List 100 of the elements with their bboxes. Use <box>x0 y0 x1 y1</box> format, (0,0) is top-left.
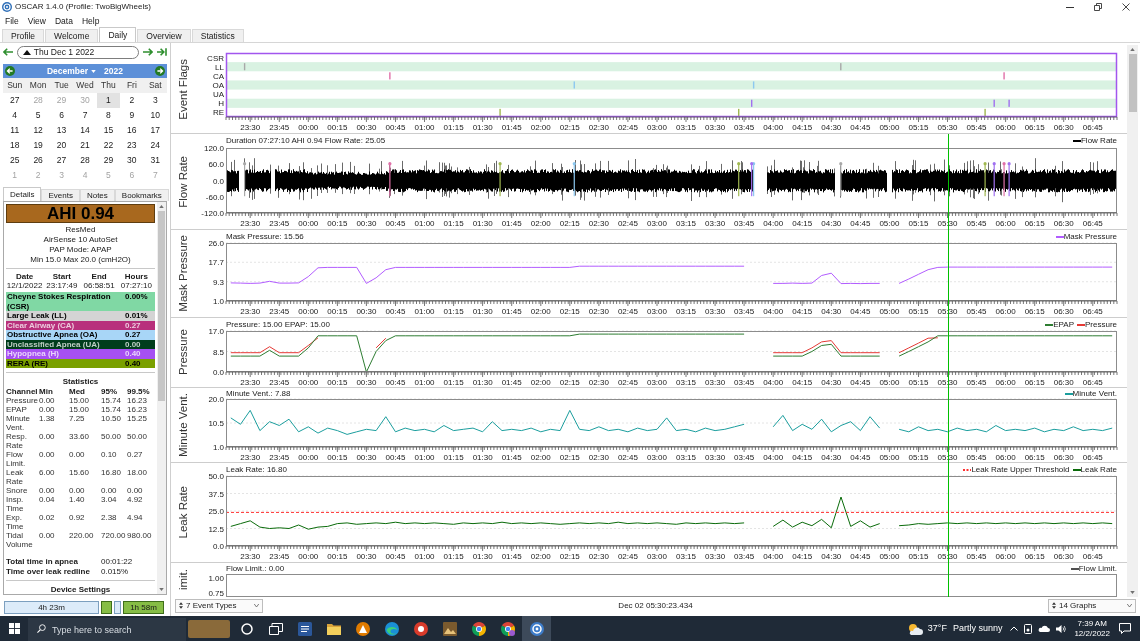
previous-month-button[interactable] <box>5 66 15 76</box>
axis-label: LL <box>215 62 224 72</box>
axis-label: 05:15 <box>908 123 929 132</box>
table-cell-text: 0.00 <box>101 486 118 495</box>
calendar-day[interactable]: 4 <box>3 108 27 123</box>
legend-label: EPAP <box>1053 320 1074 329</box>
search-field[interactable]: Type here to search <box>28 617 186 641</box>
axis-label: 60.0 <box>208 160 224 170</box>
taskbar-button[interactable] <box>522 616 551 641</box>
clock-date: 12/2/2022 <box>1074 628 1110 639</box>
axis-label: 04:15 <box>792 219 813 228</box>
calendar-day[interactable]: 23 <box>120 138 144 153</box>
graph-header: Mask Pressure: 15.56 <box>226 232 304 241</box>
calendar-day[interactable]: 5 <box>26 108 50 123</box>
calendar-day[interactable]: 20 <box>49 138 74 153</box>
menu-item[interactable]: File <box>2 16 22 26</box>
calendar-day[interactable]: 16 <box>120 123 144 138</box>
calendar-day[interactable]: 12 <box>26 123 50 138</box>
tab[interactable]: Bookmarks <box>114 189 169 201</box>
next-day-button[interactable] <box>142 46 154 58</box>
minimize-icon <box>1066 6 1074 8</box>
calendar-day[interactable]: 14 <box>73 123 97 138</box>
calendar-day[interactable]: 27 <box>49 153 74 168</box>
browser-icon <box>500 621 515 636</box>
tab[interactable]: Profile <box>2 29 45 42</box>
legend-label: Minute Vent. <box>1072 389 1117 398</box>
previous-day-button[interactable] <box>3 46 14 58</box>
tab[interactable]: Details <box>3 187 42 201</box>
axis-label: 02:15 <box>559 552 580 561</box>
caret-up-icon <box>159 205 164 208</box>
calendar-day[interactable]: 25 <box>3 153 27 168</box>
scrollbar[interactable] <box>1127 45 1138 597</box>
tab[interactable]: Events <box>41 189 80 201</box>
axis-label: 01:15 <box>443 123 464 132</box>
calendar-day[interactable]: 11 <box>3 123 27 138</box>
calendar-day[interactable]: 18 <box>3 138 27 153</box>
calendar-day[interactable]: 6 <box>49 108 74 123</box>
session-segment[interactable]: 1h 58m <box>123 601 164 614</box>
next-month-button[interactable] <box>155 66 165 76</box>
table-cell-text: 0.00 <box>39 396 56 405</box>
tab[interactable]: Welcome <box>45 29 99 42</box>
table-cell-text: 15.25 <box>127 414 149 425</box>
graphs-dropdown[interactable]: 14 Graphs <box>1048 598 1136 613</box>
axis-label: 01:45 <box>501 453 522 462</box>
calendar-day[interactable]: 26 <box>26 153 50 168</box>
calendar-day[interactable]: 30 <box>120 153 144 168</box>
tab[interactable]: Statistics <box>191 29 244 42</box>
calendar-day[interactable]: 3 <box>143 93 167 108</box>
axis-label: 00:00 <box>298 219 319 228</box>
calendar-day[interactable]: 19 <box>26 138 50 153</box>
calendar-day[interactable]: 13 <box>49 123 74 138</box>
date-picker[interactable]: Thu Dec 1 2022 <box>16 45 140 59</box>
tab[interactable]: Overview <box>137 29 191 42</box>
session-segment[interactable]: 4h 23m <box>4 601 99 614</box>
calendar-day[interactable]: 10 <box>143 108 167 123</box>
calendar-day[interactable]: 7 <box>73 108 97 123</box>
calendar-day[interactable]: 29 <box>96 153 121 168</box>
last-day-button[interactable] <box>156 46 167 58</box>
scrollbar-thumb[interactable] <box>158 211 165 401</box>
calendar-day[interactable]: 24 <box>143 138 167 153</box>
calendar-day[interactable]: 8 <box>96 108 121 123</box>
axis-label: 02:30 <box>588 453 609 462</box>
axis-label: 17.0 <box>208 327 224 336</box>
axis-label: 01:30 <box>472 307 493 316</box>
axis-label: 1.0 <box>212 443 224 452</box>
calendar-day[interactable]: 21 <box>73 138 97 153</box>
axis-label: 00:00 <box>298 307 319 316</box>
axis-label: 01:45 <box>501 307 522 316</box>
axis-label: 23:45 <box>269 378 290 387</box>
axis-label: 01:30 <box>472 123 493 132</box>
calendar-day[interactable]: 22 <box>96 138 121 153</box>
calendar-day[interactable]: 9 <box>120 108 144 123</box>
calendar-day[interactable]: 31 <box>143 153 167 168</box>
axis-label: 02:15 <box>559 453 580 462</box>
table-cell-text: 07:27:10 <box>119 281 153 290</box>
session-segment[interactable] <box>101 601 112 614</box>
menu-item[interactable]: Data <box>52 16 76 26</box>
up-down-arrows-icon <box>1052 602 1056 609</box>
calendar-day[interactable]: 2 <box>120 93 144 108</box>
event-flag-mark <box>1008 99 1010 107</box>
menu-item[interactable]: Help <box>78 16 103 26</box>
axis-label: 03:15 <box>676 123 697 132</box>
scrollbar[interactable] <box>157 202 166 594</box>
axis-label: 50.0 <box>208 472 224 481</box>
axis-label: 02:45 <box>617 552 638 561</box>
event-types-dropdown[interactable]: 7 Event Types <box>175 598 263 613</box>
event-value: 0.27 <box>125 320 142 330</box>
calendar-day[interactable]: 1 <box>96 93 121 108</box>
tab[interactable]: Daily <box>99 27 137 42</box>
calendar-day[interactable]: 17 <box>143 123 167 138</box>
calendar-day[interactable]: 28 <box>73 153 97 168</box>
table-cell-text: 720.00 <box>101 531 127 542</box>
axis-label: 01:15 <box>443 378 464 387</box>
tab[interactable]: Notes <box>79 189 115 201</box>
column-header: Med <box>69 387 86 396</box>
calendar-day[interactable]: 27 <box>3 93 27 108</box>
calendar-day[interactable]: 15 <box>96 123 121 138</box>
menu-item[interactable]: View <box>24 16 49 26</box>
scrollbar-thumb[interactable] <box>1128 54 1137 112</box>
table-cell-text: 15.00 <box>69 405 91 414</box>
